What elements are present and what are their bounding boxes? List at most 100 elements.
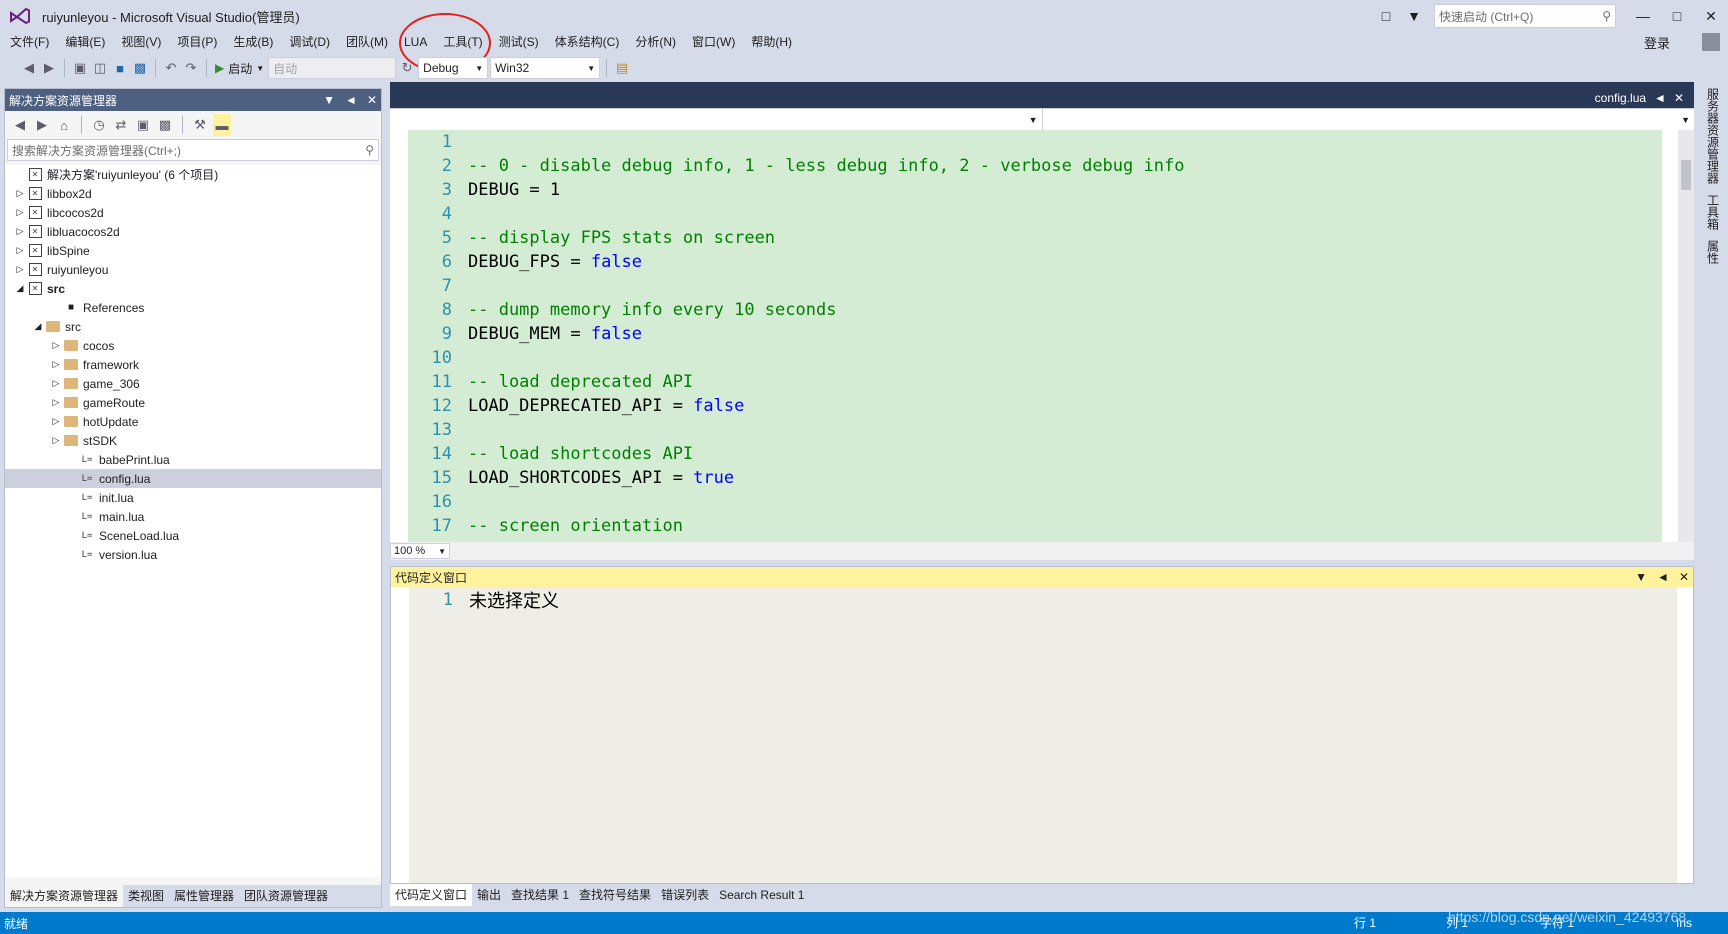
expand-arrow-icon[interactable]: ▷ bbox=[13, 207, 27, 218]
tree-item[interactable]: ▷ cocos bbox=[5, 336, 381, 355]
tree-item[interactable]: ◢ ✕ src bbox=[5, 279, 381, 298]
menu-debug[interactable]: 调试(D) bbox=[281, 32, 338, 52]
scope-combo[interactable]: ▼ bbox=[390, 109, 1043, 130]
tree-item[interactable]: ✕ 解决方案'ruiyunleyou' (6 个项目) bbox=[5, 165, 381, 184]
tab-find-symbol-results[interactable]: 查找符号结果 bbox=[574, 884, 656, 906]
expand-arrow-icon[interactable]: ▷ bbox=[13, 264, 27, 275]
close-icon[interactable]: ✕ bbox=[367, 93, 377, 107]
tab-error-list[interactable]: 错误列表 bbox=[656, 884, 714, 906]
filter-icon[interactable]: ▼ bbox=[1400, 2, 1428, 30]
tab-team-explorer[interactable]: 团队资源管理器 bbox=[239, 885, 333, 907]
collapse-all-icon[interactable]: ▣ bbox=[134, 114, 152, 136]
menu-team[interactable]: 团队(M) bbox=[338, 32, 396, 52]
zoom-combo[interactable]: 100 % ▼ bbox=[390, 543, 450, 559]
tab-properties[interactable]: 属性 bbox=[1705, 240, 1722, 264]
platform-combo[interactable]: Win32 ▼ bbox=[490, 57, 601, 79]
tree-item[interactable]: ▷ ✕ libluacocos2d bbox=[5, 222, 381, 241]
tree-item[interactable]: L= babePrint.lua bbox=[5, 450, 381, 469]
expanded-arrow-icon[interactable]: ◢ bbox=[13, 283, 27, 294]
pin-icon[interactable]: ◄ bbox=[1654, 91, 1666, 105]
tree-item[interactable]: ▷ stSDK bbox=[5, 431, 381, 450]
back-icon[interactable]: ◀ bbox=[20, 57, 38, 79]
undo-icon[interactable]: ↶ bbox=[162, 57, 180, 79]
tree-item[interactable]: ◢ src bbox=[5, 317, 381, 336]
tab-solution-explorer[interactable]: 解决方案资源管理器 bbox=[5, 885, 124, 907]
start-button[interactable]: ▶ 启动 ▼ bbox=[213, 57, 266, 79]
solution-search-input[interactable]: 搜索解决方案资源管理器(Ctrl+;) ⚲ bbox=[7, 139, 379, 161]
feedback-icon[interactable]: □ bbox=[1372, 2, 1400, 30]
tab-config-lua[interactable]: config.lua ◄ ✕ bbox=[1588, 88, 1690, 108]
tab-server-explorer[interactable]: 服务器资源管理器 bbox=[1705, 88, 1722, 184]
menu-test[interactable]: 测试(S) bbox=[491, 32, 547, 52]
copy-icon[interactable]: ▩ bbox=[156, 114, 174, 136]
menu-window[interactable]: 窗口(W) bbox=[684, 32, 743, 52]
save-all-icon[interactable]: ▩ bbox=[131, 57, 149, 79]
member-combo[interactable]: ▼ bbox=[1043, 109, 1695, 130]
tab-search-result-1[interactable]: Search Result 1 bbox=[714, 884, 809, 906]
tree-item[interactable]: ■ References bbox=[5, 298, 381, 317]
tree-item[interactable]: ▷ framework bbox=[5, 355, 381, 374]
forward-icon[interactable]: ▶ bbox=[40, 57, 58, 79]
tree-item[interactable]: L= main.lua bbox=[5, 507, 381, 526]
tab-toolbox[interactable]: 工具箱 bbox=[1705, 194, 1722, 230]
expand-arrow-icon[interactable]: ▷ bbox=[49, 416, 63, 427]
find-in-files-icon[interactable]: ▤ bbox=[613, 57, 631, 79]
tree-item[interactable]: ▷ gameRoute bbox=[5, 393, 381, 412]
menu-project[interactable]: 项目(P) bbox=[169, 32, 225, 52]
code-text-area[interactable]: 1 2 -- 0 - disable debug info, 1 - less de… bbox=[408, 130, 1662, 542]
tree-item[interactable]: L= init.lua bbox=[5, 488, 381, 507]
expand-arrow-icon[interactable]: ▷ bbox=[13, 188, 27, 199]
tree-item[interactable]: ▷ ✕ libcocos2d bbox=[5, 203, 381, 222]
home-icon[interactable]: ⌂ bbox=[55, 114, 73, 136]
preview-icon[interactable]: ▬ bbox=[213, 114, 231, 136]
expand-arrow-icon[interactable]: ▷ bbox=[49, 397, 63, 408]
expand-arrow-icon[interactable]: ▷ bbox=[13, 226, 27, 237]
tree-item[interactable]: ▷ hotUpdate bbox=[5, 412, 381, 431]
pin-icon[interactable]: ◄ bbox=[1657, 570, 1669, 584]
redo-icon[interactable]: ↷ bbox=[182, 57, 200, 79]
dropdown-icon[interactable]: ▼ bbox=[1635, 570, 1647, 584]
close-icon[interactable]: ✕ bbox=[1679, 570, 1689, 584]
code-editor[interactable]: 1 2 -- 0 - disable debug info, 1 - less de… bbox=[390, 130, 1694, 542]
maximize-button[interactable]: □ bbox=[1660, 0, 1694, 32]
forward-icon[interactable]: ▶ bbox=[33, 114, 51, 136]
sync-icon[interactable]: ⇄ bbox=[112, 114, 130, 136]
vertical-scrollbar[interactable] bbox=[1678, 130, 1694, 542]
configuration-combo[interactable]: Debug ▼ bbox=[418, 57, 489, 79]
tree-item[interactable]: ▷ game_306 bbox=[5, 374, 381, 393]
menu-help[interactable]: 帮助(H) bbox=[743, 32, 800, 52]
menu-edit[interactable]: 编辑(E) bbox=[57, 32, 113, 52]
close-button[interactable]: ✕ bbox=[1694, 0, 1728, 32]
tree-item[interactable]: L= config.lua bbox=[5, 469, 381, 488]
tab-class-view[interactable]: 类视图 bbox=[123, 885, 169, 907]
expand-arrow-icon[interactable]: ▷ bbox=[49, 359, 63, 370]
refresh-icon[interactable]: ↻ bbox=[398, 57, 416, 79]
expand-arrow-icon[interactable]: ▷ bbox=[49, 378, 63, 389]
tab-find-results-1[interactable]: 查找结果 1 bbox=[506, 884, 574, 906]
tree-item[interactable]: ▷ ✕ ruiyunleyou bbox=[5, 260, 381, 279]
minimize-button[interactable]: — bbox=[1626, 0, 1660, 32]
save-icon[interactable]: ■ bbox=[111, 57, 129, 79]
menu-view[interactable]: 视图(V) bbox=[113, 32, 169, 52]
code-definition-body[interactable]: 1 未选择定义 bbox=[409, 587, 1677, 883]
open-file-icon[interactable]: ◫ bbox=[91, 57, 109, 79]
menu-file[interactable]: 文件(F) bbox=[2, 32, 57, 52]
tab-property-manager[interactable]: 属性管理器 bbox=[169, 885, 239, 907]
new-project-icon[interactable]: ▣ bbox=[71, 57, 89, 79]
back-icon[interactable]: ◀ bbox=[11, 114, 29, 136]
properties-icon[interactable]: ⚒ bbox=[191, 114, 209, 136]
tab-code-definition[interactable]: 代码定义窗口 bbox=[390, 884, 473, 906]
close-icon[interactable]: ✕ bbox=[1674, 91, 1684, 105]
tree-item[interactable]: L= SceneLoad.lua bbox=[5, 526, 381, 545]
menu-analyze[interactable]: 分析(N) bbox=[627, 32, 684, 52]
expand-arrow-icon[interactable]: ▷ bbox=[13, 245, 27, 256]
auto-combo[interactable]: 自动 bbox=[268, 57, 397, 79]
tree-item[interactable]: ▷ ✕ libbox2d bbox=[5, 184, 381, 203]
expand-arrow-icon[interactable]: ▷ bbox=[49, 435, 63, 446]
expand-arrow-icon[interactable]: ▷ bbox=[49, 340, 63, 351]
login-link[interactable]: 登录 bbox=[1644, 33, 1670, 52]
menu-architecture[interactable]: 体系结构(C) bbox=[547, 32, 628, 52]
quick-launch-input[interactable]: 快速启动 (Ctrl+Q) ⚲ bbox=[1434, 4, 1616, 28]
tree-item[interactable]: ▷ ✕ libSpine bbox=[5, 241, 381, 260]
user-account-icon[interactable] bbox=[1702, 33, 1720, 51]
